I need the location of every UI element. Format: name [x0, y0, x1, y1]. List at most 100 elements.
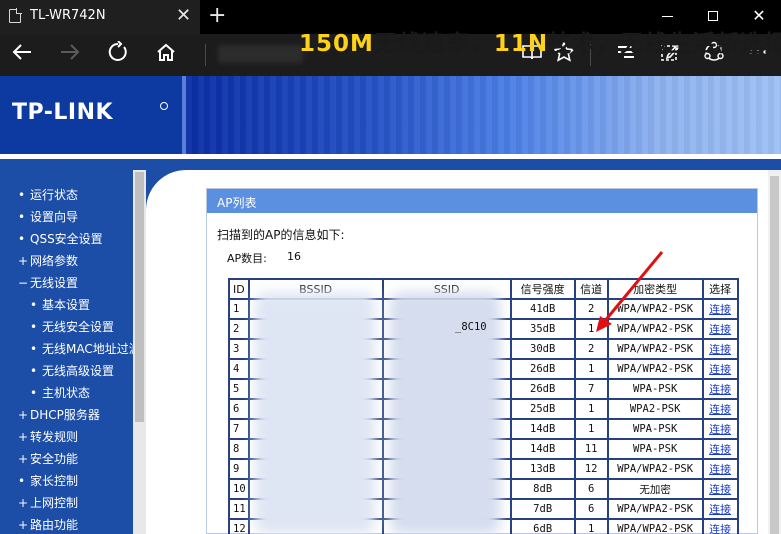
cell-channel: 2 — [573, 338, 609, 360]
logo-area: TP-LINK — [0, 76, 182, 154]
sidebar-item[interactable]: + 路由功能 — [18, 516, 78, 533]
address-bar[interactable] — [218, 45, 303, 63]
sidebar-item[interactable]: • 设置向导 — [18, 208, 78, 225]
sidebar-item-label: 主机状态 — [42, 386, 91, 400]
sidebar-item[interactable]: + 网络参数 — [18, 252, 78, 269]
sidebar-item-label: 家长控制 — [30, 474, 79, 488]
cell-signal: 8dB — [509, 478, 576, 500]
slogan-text-2: 技术，无线生活新选择 — [548, 31, 781, 57]
cell-encryption: WPA/WPA2-PSK — [606, 358, 704, 380]
connect-link[interactable]: 连接 — [709, 303, 731, 316]
back-icon[interactable] — [8, 41, 36, 69]
menu-bullet-icon: • — [18, 210, 26, 224]
cell-id: 11 — [228, 498, 250, 520]
cell-channel: 1 — [573, 418, 609, 440]
tplink-logo: TP-LINK — [12, 100, 114, 125]
sidebar-item[interactable]: • QSS安全设置 — [18, 230, 103, 247]
connect-link[interactable]: 连接 — [709, 503, 731, 516]
connect-link[interactable]: 连接 — [709, 323, 731, 336]
cell-select: 连接 — [701, 338, 739, 360]
cell-encryption: WPA/WPA2-PSK — [606, 458, 704, 480]
sidebar-item[interactable]: + 安全功能 — [18, 450, 78, 467]
cell-signal: 6dB — [509, 518, 576, 534]
content-scrollbar-thumb[interactable] — [770, 176, 779, 534]
connect-link[interactable]: 连接 — [709, 343, 731, 356]
cell-encryption: WPA/WPA2-PSK — [606, 518, 704, 534]
cell-id: 9 — [228, 458, 250, 480]
menu-bullet-icon: • — [18, 232, 26, 246]
connect-link[interactable]: 连接 — [709, 443, 731, 456]
connect-link[interactable]: 连接 — [709, 523, 731, 534]
slogan-11n: 11N — [493, 31, 549, 57]
sidebar-item-label: 设置向导 — [30, 210, 79, 224]
menu-bullet-icon: + — [18, 496, 29, 510]
cell-select: 连接 — [701, 318, 739, 340]
connect-link[interactable]: 连接 — [709, 383, 731, 396]
sidebar-item-label: 运行状态 — [30, 188, 79, 202]
cell-encryption: 无加密 — [606, 478, 704, 500]
menu-bullet-icon: • — [30, 320, 38, 334]
cell-signal: 41dB — [509, 298, 576, 320]
slogan-text-1: 无线速率， — [373, 31, 494, 57]
sidebar-item[interactable]: − 无线设置 — [18, 274, 78, 291]
cell-id: 3 — [228, 338, 250, 360]
sidebar-item[interactable]: + 上网控制 — [18, 494, 78, 511]
sidebar-item[interactable]: + DHCP服务器 — [18, 406, 100, 423]
scan-info-text: 扫描到的AP的信息如下: — [217, 228, 345, 242]
sidebar-scrollbar-thumb[interactable] — [135, 172, 144, 422]
panel-title: AP列表 — [217, 196, 257, 210]
menu-bullet-icon: + — [18, 408, 29, 422]
sidebar-item[interactable]: • 基本设置 — [30, 296, 90, 313]
sidebar-item-label: 基本设置 — [42, 298, 91, 312]
sidebar-item-label: DHCP服务器 — [30, 408, 100, 422]
cell-select: 连接 — [701, 398, 739, 420]
cell-encryption: WPA2-PSK — [606, 398, 704, 420]
cell-id: 1 — [228, 298, 250, 320]
refresh-icon[interactable] — [104, 40, 132, 69]
header-select: 选择 — [701, 278, 739, 300]
cell-encryption: WPA/WPA2-PSK — [606, 338, 704, 360]
cell-encryption: WPA/WPA2-PSK — [606, 498, 704, 520]
sidebar-item-label: 路由功能 — [30, 518, 79, 532]
menu-bullet-icon: + — [18, 518, 29, 532]
cell-select: 连接 — [701, 378, 739, 400]
menu-bullet-icon: • — [18, 474, 26, 488]
new-tab-icon[interactable]: + — [208, 3, 226, 28]
cell-select: 连接 — [701, 438, 739, 460]
connect-link[interactable]: 连接 — [709, 423, 731, 436]
sidebar-item[interactable]: • 主机状态 — [30, 384, 90, 401]
cell-encryption: WPA/WPA2-PSK — [606, 298, 704, 320]
connect-link[interactable]: 连接 — [709, 483, 731, 496]
cell-channel: 12 — [573, 458, 609, 480]
connect-link[interactable]: 连接 — [709, 363, 731, 376]
sidebar-item-label: QSS安全设置 — [30, 232, 103, 246]
sidebar-item[interactable]: • 无线高级设置 — [30, 362, 114, 379]
home-icon[interactable] — [152, 41, 180, 69]
cell-select: 连接 — [701, 458, 739, 480]
banner-slogan: 150M无线速率，11N技术，无线生活新选择 — [299, 24, 781, 58]
sidebar-item[interactable]: • 无线MAC地址过滤 — [30, 340, 141, 357]
sidebar-item[interactable]: • 运行状态 — [18, 186, 78, 203]
header-signal: 信号强度 — [509, 278, 576, 300]
cell-signal: 13dB — [509, 458, 576, 480]
connect-link[interactable]: 连接 — [709, 403, 731, 416]
cell-channel: 6 — [573, 498, 609, 520]
cell-channel: 2 — [573, 298, 609, 320]
sidebar-item[interactable]: • 家长控制 — [18, 472, 78, 489]
browser-tab[interactable]: TL-WR742N ✕ — [0, 0, 200, 34]
forward-icon[interactable] — [56, 41, 84, 69]
sidebar-item[interactable]: + 转发规则 — [18, 428, 78, 445]
header-encryption: 加密类型 — [606, 278, 704, 300]
sidebar-item-label: 无线MAC地址过滤 — [42, 342, 141, 356]
sidebar-item[interactable]: • 无线安全设置 — [30, 318, 114, 335]
header-id: ID — [228, 278, 250, 300]
cell-channel: 1 — [573, 518, 609, 534]
ssid-fragment: _8C10 — [455, 321, 487, 333]
cell-channel: 6 — [573, 478, 609, 500]
cell-channel: 7 — [573, 378, 609, 400]
cell-signal: 25dB — [509, 398, 576, 420]
cell-select: 连接 — [701, 518, 739, 534]
close-tab-icon[interactable]: ✕ — [176, 5, 191, 26]
menu-bullet-icon: + — [18, 254, 29, 268]
connect-link[interactable]: 连接 — [709, 463, 731, 476]
